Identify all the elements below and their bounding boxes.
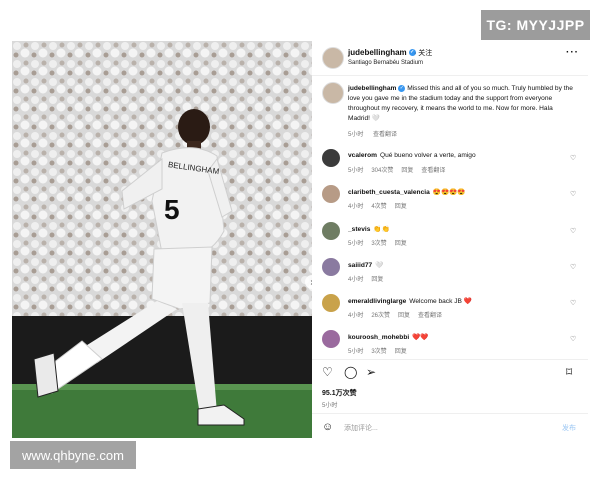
- divider: [312, 359, 588, 360]
- comment-text: claribeth_cuesta_valencia 😍😍😍😍: [348, 188, 563, 196]
- comment-time: 5小时: [348, 349, 364, 355]
- comment-text: _stevis 👏👏: [348, 225, 563, 233]
- comment-time: 4小时: [348, 204, 364, 210]
- comment-heart-icon[interactable]: ♡: [570, 335, 576, 343]
- comment-icon[interactable]: ◯: [344, 366, 357, 378]
- comment-item: _stevis 👏👏 5小时 3次赞 回复 ♡: [322, 222, 578, 252]
- post-photo[interactable]: 5 BELLINGHAM › 👤: [12, 41, 312, 438]
- author-name[interactable]: judebellingham ✓: [348, 48, 416, 57]
- comment-item: saiiid77 🤍 4小时 回复 ♡: [322, 258, 578, 288]
- reply-button[interactable]: 回复: [401, 168, 413, 174]
- comment-body: 😍😍😍😍: [432, 189, 466, 196]
- see-translation-link[interactable]: 查看翻译: [373, 132, 397, 138]
- reply-button[interactable]: 回复: [371, 277, 383, 283]
- comment-item: vcalerom Qué bueno volver a verte, amigo 5…: [322, 149, 578, 179]
- comment-meta: 4小时 回复: [348, 274, 391, 283]
- post-comment-button[interactable]: 发布: [562, 423, 576, 433]
- comment-likes[interactable]: 304次赞: [371, 168, 393, 174]
- commenter-name[interactable]: claribeth_cuesta_valencia: [348, 189, 430, 196]
- comment-composer: ☺ 添加评论... 发布: [322, 421, 578, 435]
- divider: [312, 413, 588, 414]
- next-photo-button[interactable]: ›: [305, 275, 312, 289]
- comment-meta: 5小时 3次赞 回复: [348, 346, 415, 355]
- comment-time: 5小时: [348, 241, 364, 247]
- heart-icon[interactable]: ♡: [322, 366, 333, 378]
- comment-text: vcalerom Qué bueno volver a verte, amigo: [348, 152, 563, 159]
- post-header: judebellingham ✓ · 关注 Santiago Bernabéu S…: [312, 41, 588, 73]
- reply-button[interactable]: 回复: [395, 349, 407, 355]
- comment-item: claribeth_cuesta_valencia 😍😍😍😍 4小时 4次赞 回复 ♡: [322, 185, 578, 215]
- comment-meta: 4小时 26次赞 回复 查看翻译: [348, 310, 450, 319]
- reply-button[interactable]: 回复: [395, 204, 407, 210]
- follow-button[interactable]: · 关注: [414, 48, 432, 58]
- reply-button[interactable]: 回复: [395, 241, 407, 247]
- commenter-avatar[interactable]: [322, 185, 340, 203]
- verified-badge-icon: ✓: [398, 84, 406, 92]
- post-side-panel: judebellingham ✓ · 关注 Santiago Bernabéu S…: [312, 41, 588, 438]
- comment-meta: 5小时 3次赞 回复: [348, 238, 415, 247]
- share-icon[interactable]: ➢: [366, 366, 376, 378]
- comment-time: 4小时: [348, 277, 364, 283]
- comment-likes[interactable]: 3次赞: [371, 241, 386, 247]
- author-avatar[interactable]: [322, 47, 344, 69]
- comment-item: emeraldlivinglarge Welcome back JB ❤️ 4小时 2…: [322, 294, 578, 324]
- bookmark-icon[interactable]: ⌑: [566, 366, 572, 378]
- watermark-top: TG: MYYJJPP: [481, 10, 590, 40]
- commenter-name[interactable]: kouroosh_mohebbi: [348, 334, 409, 341]
- comment-heart-icon[interactable]: ♡: [570, 299, 576, 307]
- comment-time: 5小时: [348, 168, 364, 174]
- comment-item: kouroosh_mohebbi ❤️❤️ 5小时 3次赞 回复 ♡: [322, 330, 578, 360]
- commenter-name[interactable]: vcalerom: [348, 152, 377, 159]
- comment-body: Qué bueno volver a verte, amigo: [379, 152, 476, 159]
- caption-author[interactable]: judebellingham: [348, 85, 396, 92]
- comment-time: 4小时: [348, 313, 364, 319]
- reply-button[interactable]: 回复: [398, 313, 410, 319]
- commenter-name[interactable]: emeraldlivinglarge: [348, 298, 406, 305]
- comment-likes[interactable]: 4次赞: [371, 204, 386, 210]
- comment-body: Welcome back JB ❤️: [409, 298, 472, 305]
- comment-meta: 5小时 304次赞 回复 查看翻译: [348, 165, 453, 174]
- location-link[interactable]: Santiago Bernabéu Stadium: [348, 60, 423, 66]
- comment-heart-icon[interactable]: ♡: [570, 263, 576, 271]
- comment-input[interactable]: 添加评论...: [344, 423, 378, 433]
- player-photo-illustration: 5 BELLINGHAM: [12, 41, 312, 438]
- commenter-avatar[interactable]: [322, 149, 340, 167]
- watermark-bottom: www.qhbyne.com: [10, 441, 136, 469]
- divider: [312, 75, 588, 76]
- comment-body: 👏👏: [373, 226, 390, 233]
- commenter-avatar[interactable]: [322, 258, 340, 276]
- comment-text: kouroosh_mohebbi ❤️❤️: [348, 333, 563, 341]
- action-bar: ♡ ◯ ➢ ⌑: [322, 366, 578, 380]
- comment-body: 🤍: [375, 262, 384, 269]
- comment-likes[interactable]: 26次赞: [371, 313, 390, 319]
- jersey-number: 5: [164, 194, 180, 225]
- comment-likes[interactable]: 3次赞: [371, 349, 386, 355]
- commenter-name[interactable]: saiiid77: [348, 262, 372, 269]
- commenter-name[interactable]: _stevis: [348, 226, 370, 233]
- comment-heart-icon[interactable]: ♡: [570, 154, 576, 162]
- see-translation-link[interactable]: 查看翻译: [421, 168, 445, 174]
- see-translation-link[interactable]: 查看翻译: [418, 313, 442, 319]
- emoji-icon[interactable]: ☺: [322, 421, 333, 433]
- caption-time: 5小时: [348, 132, 364, 138]
- comment-body: ❤️❤️: [412, 334, 429, 341]
- more-options-icon[interactable]: ···: [566, 47, 579, 58]
- comment-text: emeraldlivinglarge Welcome back JB ❤️: [348, 297, 563, 305]
- comment-heart-icon[interactable]: ♡: [570, 227, 576, 235]
- comment-meta: 4小时 4次赞 回复: [348, 201, 415, 210]
- commenter-avatar[interactable]: [322, 330, 340, 348]
- commenter-avatar[interactable]: [322, 294, 340, 312]
- author-avatar[interactable]: [322, 82, 344, 104]
- comment-heart-icon[interactable]: ♡: [570, 190, 576, 198]
- commenter-avatar[interactable]: [322, 222, 340, 240]
- post-time: 5小时: [322, 403, 338, 409]
- comment-text: saiiid77 🤍: [348, 261, 563, 269]
- likes-count[interactable]: 95.1万次赞: [322, 388, 357, 398]
- caption-text: judebellingham ✓ Missed this and all of y…: [348, 84, 576, 124]
- caption-meta: 5小时 查看翻译: [348, 129, 405, 138]
